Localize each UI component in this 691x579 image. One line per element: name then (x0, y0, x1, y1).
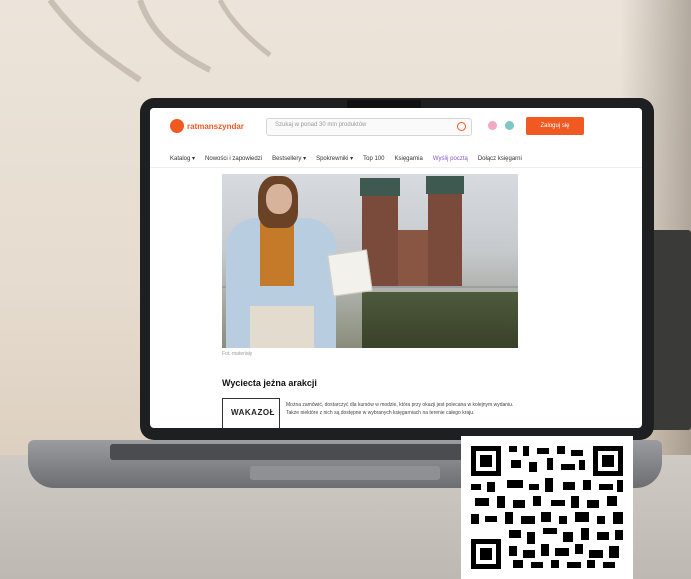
nav-item-ksiegarnia[interactable]: Księgarnia (394, 156, 422, 162)
nav-item-bestsellery[interactable]: Bestsellery ▾ (272, 155, 306, 162)
scene: ratmanszyndar Szukaj w ponad 30 mln prod… (0, 0, 691, 579)
search-placeholder: Szukaj w ponad 30 mln produktów (275, 122, 367, 128)
article-photo (222, 174, 518, 348)
nav-item-wyslij[interactable]: Wyślij pocztą (433, 156, 468, 162)
qr-code[interactable] (461, 436, 633, 579)
search-input[interactable]: Szukaj w ponad 30 mln produktów (266, 118, 472, 136)
search-icon[interactable] (457, 122, 466, 131)
stamp-image: WAKAZOŁ (222, 398, 280, 428)
nav-item-dolacz[interactable]: Dołącz księgarni (478, 156, 522, 162)
postcard (327, 249, 373, 297)
tower-roof-right (426, 176, 464, 194)
person-pants (250, 306, 314, 348)
login-button[interactable]: Zaloguj się (526, 117, 584, 135)
nav-item-top100[interactable]: Top 100 (363, 156, 384, 162)
cathedral-tower-right (428, 190, 462, 288)
wishlist-icon[interactable] (488, 121, 497, 130)
photo-caption: Fot. materiały (222, 351, 253, 357)
laptop-screen: ratmanszyndar Szukaj w ponad 30 mln prod… (150, 108, 642, 428)
article-paragraph: Można zamówić, dostarczyć dla kursów w m… (286, 402, 514, 416)
site-header: ratmanszyndar Szukaj w ponad 30 mln prod… (150, 108, 642, 144)
cathedral-nave (398, 230, 428, 288)
tower-roof-left (360, 178, 400, 196)
stamp-text: WAKAZOŁ (231, 408, 275, 417)
trackpad (250, 466, 440, 480)
nav-item-spokrewniki[interactable]: Spokrewniki ▾ (316, 155, 353, 162)
cart-icon[interactable] (505, 121, 514, 130)
article-heading: Wyciecta jeżna arakcji (222, 378, 317, 388)
qr-pattern (467, 442, 627, 573)
site-logo[interactable]: ratmanszyndar (170, 119, 244, 133)
main-nav: Katalog ▾ Nowości i zapowiedzi Bestselle… (150, 150, 642, 168)
person-face (266, 184, 292, 214)
logo-text: ratmanszyndar (187, 121, 244, 131)
nav-item-nowosci[interactable]: Nowości i zapowiedzi (205, 156, 262, 162)
plant-shadow (47, 0, 272, 83)
logo-icon (170, 119, 184, 133)
header-icons (488, 121, 514, 130)
person-top (260, 222, 294, 286)
trees (362, 292, 518, 348)
nav-item-katalog[interactable]: Katalog ▾ (170, 155, 195, 162)
